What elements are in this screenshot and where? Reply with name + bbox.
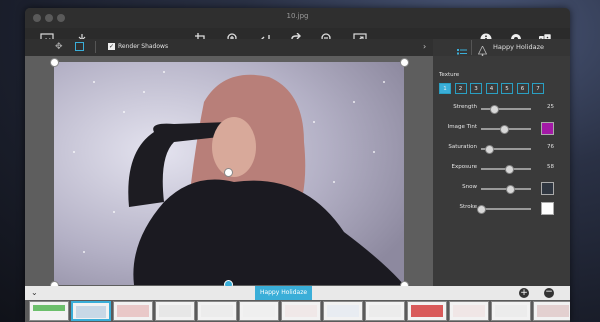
preset-thumbnail[interactable] — [281, 301, 321, 321]
preset-thumbnail[interactable] — [113, 301, 153, 321]
preset-thumbnail[interactable] — [491, 301, 531, 321]
control-label: Saturation — [448, 144, 477, 150]
selected-preset-label[interactable]: Happy Holidaze — [255, 286, 312, 300]
preset-thumbnail[interactable] — [365, 301, 405, 321]
control-value: 25 — [547, 104, 554, 110]
divider — [471, 40, 472, 55]
texture-option[interactable]: 2 — [454, 83, 467, 94]
slider-knob[interactable] — [499, 124, 509, 134]
center-handle[interactable] — [224, 168, 233, 177]
divider — [95, 41, 96, 53]
chevron-down-icon[interactable]: ⌄ — [31, 288, 38, 297]
control-label: Stroke — [459, 204, 477, 210]
chevron-right-icon[interactable]: › — [423, 42, 426, 51]
control-label: Strength — [453, 104, 477, 110]
list-icon[interactable] — [457, 43, 467, 58]
slider-knob[interactable] — [504, 164, 514, 174]
preset-thumbnail[interactable] — [197, 301, 237, 321]
texture-option[interactable]: 6 — [516, 83, 529, 94]
texture-option[interactable]: 4 — [485, 83, 498, 94]
move-icon[interactable]: ✥ — [55, 42, 65, 52]
window-title: 10.jpg — [286, 12, 309, 20]
texture-option[interactable]: 3 — [470, 83, 482, 94]
color-swatch[interactable] — [541, 182, 554, 195]
preset-thumbnail[interactable] — [533, 301, 570, 321]
preset-thumbnail[interactable] — [449, 301, 489, 321]
preset-thumbnail[interactable] — [239, 301, 279, 321]
control-value: 58 — [547, 164, 554, 170]
add-icon[interactable]: + — [519, 288, 529, 298]
preset-thumbnail[interactable] — [155, 301, 195, 321]
preset-thumbnail[interactable] — [29, 301, 69, 321]
render-shadows-checkbox[interactable]: ✓ — [108, 43, 115, 50]
remove-icon[interactable]: − — [544, 288, 554, 298]
preset-thumbnail[interactable] — [71, 301, 111, 321]
color-swatch[interactable] — [541, 122, 554, 135]
slider-knob[interactable] — [506, 184, 515, 194]
slider-knob[interactable] — [489, 104, 499, 114]
texture-option[interactable]: 5 — [501, 83, 513, 94]
texture-label: Texture — [439, 72, 460, 78]
control-label: Exposure — [451, 164, 477, 170]
preset-thumbnail[interactable] — [407, 301, 447, 321]
shape-icon[interactable] — [75, 42, 84, 51]
settings-panel: Texture 1234567 Strength 25 Image Tint Satu… — [433, 56, 570, 286]
crop-handle-top-left[interactable] — [50, 58, 59, 67]
texture-option[interactable]: 1 — [439, 83, 451, 94]
texture-option[interactable]: 7 — [532, 83, 544, 94]
panel-header: Happy Holidaze — [433, 39, 570, 58]
bottom-bar: ⌄ Happy Holidaze + − — [25, 286, 570, 300]
slider-knob[interactable] — [484, 144, 494, 154]
title-bar: 10.jpg — [25, 8, 570, 28]
render-shadows-label: Render Shadows — [118, 43, 169, 50]
panel-title: Happy Holidaze — [493, 43, 545, 51]
tree-icon[interactable] — [477, 42, 488, 57]
options-bar: ✥ ✓ Render Shadows › — [25, 39, 433, 56]
control-label: Image Tint — [447, 124, 477, 130]
slider-knob[interactable] — [477, 204, 486, 214]
slider-track[interactable] — [481, 108, 531, 110]
slider-track[interactable] — [481, 208, 531, 210]
control-label: Snow — [462, 184, 477, 190]
crop-handle-top-right[interactable] — [400, 58, 409, 67]
color-swatch[interactable] — [541, 202, 554, 215]
control-value: 76 — [547, 144, 554, 150]
preset-thumbnail[interactable] — [323, 301, 363, 321]
preset-filmstrip — [25, 300, 570, 322]
app-window: 10.jpg ✥ ✓ Render Shadows › Happy Holida… — [25, 8, 570, 322]
